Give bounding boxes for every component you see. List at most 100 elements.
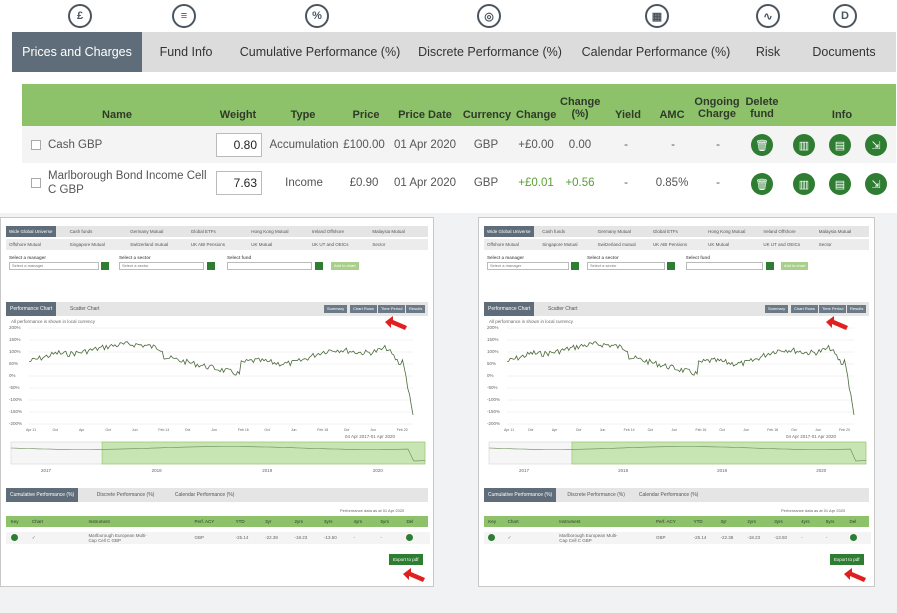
y-tick-label: 200% xyxy=(9,325,21,330)
x-tick-label: Oct xyxy=(343,428,350,432)
type-cell: Accumulation xyxy=(269,139,339,151)
tab-documents[interactable]: Documents xyxy=(794,32,894,72)
red-arrow-icon xyxy=(403,568,425,582)
key-badge xyxy=(488,534,496,541)
currency-cell: GBP xyxy=(473,177,499,189)
x-tick-label: Oct xyxy=(264,428,270,432)
price-date-cell: 01 Apr 2020 xyxy=(393,139,457,151)
target-icon: ◎ xyxy=(477,4,501,28)
navigator-selection[interactable] xyxy=(571,441,867,465)
header-ongoing-charge: Ongoing Charge xyxy=(694,96,740,120)
header-amc: AMC xyxy=(659,109,685,121)
navigator-year: 2018 xyxy=(151,468,162,473)
tab-calendar[interactable]: Calendar Performance (%) xyxy=(635,488,702,502)
x-tick-label: Jun xyxy=(370,428,376,432)
perf-header-cell: Instrument xyxy=(88,519,110,524)
performance-note: Performance data as at 01 Apr 2020 xyxy=(340,508,405,513)
perf-cell: - xyxy=(801,535,803,540)
x-tick-label: Feb 14 xyxy=(623,428,635,432)
x-tick-label: Feb 14 xyxy=(158,428,170,432)
perf-header-cell: 4yrs xyxy=(801,519,810,524)
y-tick-label: -50% xyxy=(9,385,20,390)
factsheet-icon[interactable]: ▤ xyxy=(829,134,851,156)
screenshot-panel-left: Wide Global Universe Cash funds Germany Mu… xyxy=(0,217,434,587)
document-export-icon[interactable]: ⇲ xyxy=(865,134,887,156)
delete-row-icon[interactable] xyxy=(849,534,857,541)
yield-cell: - xyxy=(624,177,628,189)
navigator-selection[interactable] xyxy=(101,441,426,465)
perf-cell: Marlborough European Multi-Cap Cell C GB… xyxy=(559,533,618,543)
table-row: Cash GBP 0.80 Accumulation £100.00 01 Ap… xyxy=(22,126,896,164)
tab-calendar-performance[interactable]: Calendar Performance (%) xyxy=(570,32,742,72)
percent-icon: % xyxy=(305,4,329,28)
perf-table-row: ✓ Marlborough European Multi-Cap Cell C G… xyxy=(484,532,871,544)
x-tick-label: Feb 18 xyxy=(317,428,329,432)
tab-discrete[interactable]: Discrete Performance (%) xyxy=(563,488,629,502)
row-checkbox[interactable] xyxy=(31,140,41,150)
performance-note: Performance data as at 01 Apr 2020 xyxy=(781,508,846,513)
performance-line xyxy=(506,341,855,415)
tab-cumulative[interactable]: Cumulative Performance (%) xyxy=(484,488,557,502)
perf-header-cell: Chart xyxy=(31,519,43,524)
navigator-year: 2018 xyxy=(618,468,629,473)
perf-header-cell: 5yrs xyxy=(380,519,390,524)
x-tick-label: Feb 16 xyxy=(695,428,707,432)
perf-cell: GBP xyxy=(194,535,204,540)
export-to-pdf-button[interactable]: Export to pdf xyxy=(389,554,423,565)
chart-icon[interactable]: ▥ xyxy=(793,173,815,195)
factsheet-icon[interactable]: ▤ xyxy=(829,173,851,195)
perf-cell: ✓ xyxy=(507,535,512,540)
x-tick-label: Feb 20 xyxy=(396,428,408,432)
change-pct-cell: +0.56 xyxy=(565,177,595,189)
y-tick-label: 100% xyxy=(487,349,499,354)
fund-name[interactable]: Marlborough Bond Income Cell C GBP xyxy=(48,164,208,202)
x-tick-label: Jun xyxy=(743,428,749,432)
perf-cell: ✓ xyxy=(31,535,36,540)
weight-input[interactable]: 7.63 xyxy=(216,171,262,195)
perf-table-row: ✓ Marlborough European Multi-Cap Cell C G… xyxy=(6,532,430,544)
price-date-cell: 01 Apr 2020 xyxy=(393,177,457,189)
y-tick-label: 100% xyxy=(9,349,21,354)
fund-tabs: Prices and Charges Fund Info Cumulative … xyxy=(12,32,896,72)
date-range: 04 Apr 2017-01 Apr 2020 xyxy=(345,434,396,439)
navigator-year: 2020 xyxy=(816,468,827,473)
perf-cell: -13.50 xyxy=(324,535,337,540)
y-tick-label: -50% xyxy=(487,385,498,390)
tab-calendar[interactable]: Calendar Performance (%) xyxy=(171,488,238,502)
document-export-icon[interactable]: ⇲ xyxy=(865,173,887,195)
header-change-pct: Change (%) xyxy=(560,96,601,120)
x-tick-label: Jun xyxy=(671,428,678,432)
delete-fund-icon[interactable]: 🗑 xyxy=(751,134,773,156)
x-tick-label: Oct xyxy=(575,428,582,432)
y-tick-label: -100% xyxy=(487,397,501,402)
navigator-year: 2017 xyxy=(41,468,52,473)
tab-cumulative[interactable]: Cumulative Performance (%) xyxy=(6,488,79,502)
price-table: Name Weight Type Price Price Date Curren… xyxy=(22,84,896,204)
fund-name[interactable]: Cash GBP xyxy=(48,126,102,164)
tab-risk[interactable]: Risk xyxy=(742,32,794,72)
tab-discrete[interactable]: Discrete Performance (%) xyxy=(93,488,159,502)
tab-prices-and-charges[interactable]: Prices and Charges xyxy=(12,32,142,72)
tab-discrete-performance[interactable]: Discrete Performance (%) xyxy=(410,32,570,72)
weight-input[interactable]: 0.80 xyxy=(216,133,262,157)
x-tick-label: Apr xyxy=(551,428,558,432)
x-tick-label: Oct xyxy=(105,428,111,432)
row-checkbox[interactable] xyxy=(31,178,41,188)
perf-cell: GBP xyxy=(656,535,666,540)
screenshot-panel-right: Wide Global Universe Cash funds Germany Mu… xyxy=(478,217,875,587)
perf-cell: -18.23 xyxy=(294,535,308,540)
perf-header-cell: 2yrs xyxy=(294,519,304,524)
delete-row-icon[interactable] xyxy=(406,534,414,541)
delete-fund-icon[interactable]: 🗑 xyxy=(751,173,773,195)
perf-header-cell: 4yrs xyxy=(353,519,362,524)
y-tick-label: 50% xyxy=(487,361,497,366)
header-delete-fund: Delete fund xyxy=(745,96,779,120)
perf-header-cell: YTD xyxy=(235,519,245,524)
tab-cumulative-performance[interactable]: Cumulative Performance (%) xyxy=(230,32,410,72)
header-name: Name xyxy=(102,109,132,121)
navigator-year: 2017 xyxy=(519,468,530,473)
chart-icon[interactable]: ▥ xyxy=(793,134,815,156)
export-to-pdf-button[interactable]: Export to pdf xyxy=(830,554,864,565)
x-tick-label: Jun xyxy=(131,428,138,432)
tab-fund-info[interactable]: Fund Info xyxy=(142,32,230,72)
